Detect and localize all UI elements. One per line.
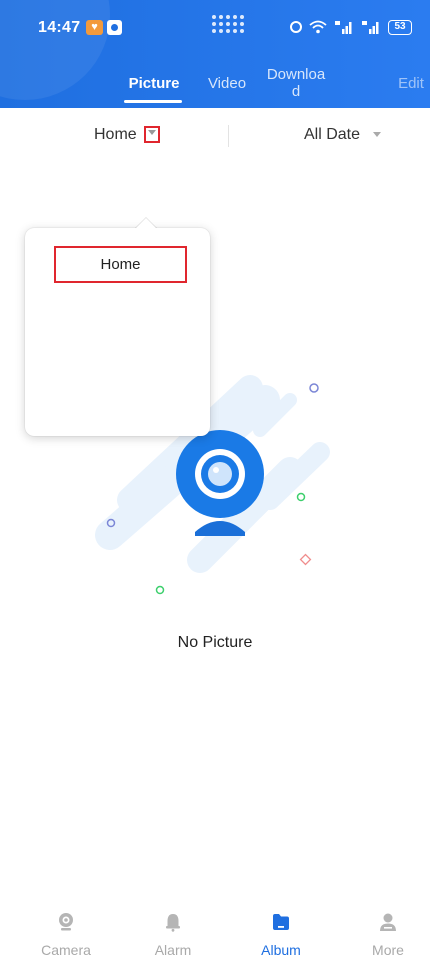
device-filter-button[interactable]: Home: [94, 126, 137, 144]
album-icon: [273, 914, 289, 930]
dropdown-caret: [135, 218, 157, 229]
tab-video[interactable]: Video: [203, 75, 251, 92]
nav-item-album[interactable]: Album: [241, 906, 321, 962]
battery-icon: 53: [388, 19, 412, 35]
deco-circle-purple: [309, 383, 319, 393]
app-header: 14:47 ♥ 53 Picture Video Download Edit: [0, 0, 430, 108]
status-time: 14:47: [38, 19, 81, 36]
heart-notification-icon: ♥: [86, 20, 103, 35]
signal-5g-icon: [335, 21, 352, 34]
camera-icon: [59, 913, 73, 931]
filter-bar: Home All Date: [0, 108, 430, 163]
bell-icon: [166, 914, 180, 932]
status-bar: 14:47 ♥ 53: [0, 0, 430, 52]
album-tabs: Picture Video Download Edit: [0, 64, 430, 108]
dropdown-item-home[interactable]: Home: [54, 246, 187, 283]
nav-label-camera: Camera: [41, 942, 91, 958]
nav-label-alarm: Alarm: [154, 942, 192, 958]
deco-diamond-pink: [299, 553, 312, 566]
app-notification-icon: [107, 20, 122, 35]
date-filter-dropdown-arrow-icon[interactable]: [373, 132, 381, 137]
nav-item-alarm[interactable]: Alarm: [133, 906, 213, 962]
nav-label-more: More: [372, 942, 404, 958]
edit-button[interactable]: Edit: [396, 75, 426, 92]
tab-picture[interactable]: Picture: [124, 75, 184, 92]
device-filter-dropdown-arrow-icon[interactable]: [144, 126, 160, 143]
deco-circle-green: [296, 492, 306, 502]
active-tab-indicator: [124, 100, 182, 103]
device-dropdown: Home: [25, 218, 210, 436]
nav-item-camera[interactable]: Camera: [26, 906, 106, 962]
signal-5g-icon-2: [362, 21, 379, 34]
alarm-clock-icon: [290, 21, 302, 33]
deco-circle-green-2: [155, 585, 165, 595]
wifi-icon: [309, 20, 327, 34]
tab-download[interactable]: Download: [265, 66, 327, 100]
nav-item-more[interactable]: More: [348, 906, 428, 962]
empty-state-message: No Picture: [177, 634, 253, 651]
grid-dots-icon: [212, 15, 246, 39]
person-icon: [380, 913, 396, 931]
status-icons: 53: [290, 17, 412, 37]
date-filter-button[interactable]: All Date: [304, 126, 360, 144]
bottom-nav: Camera Alarm Album More: [0, 906, 430, 962]
nav-label-album: Album: [261, 942, 301, 958]
filter-divider: [228, 125, 229, 147]
